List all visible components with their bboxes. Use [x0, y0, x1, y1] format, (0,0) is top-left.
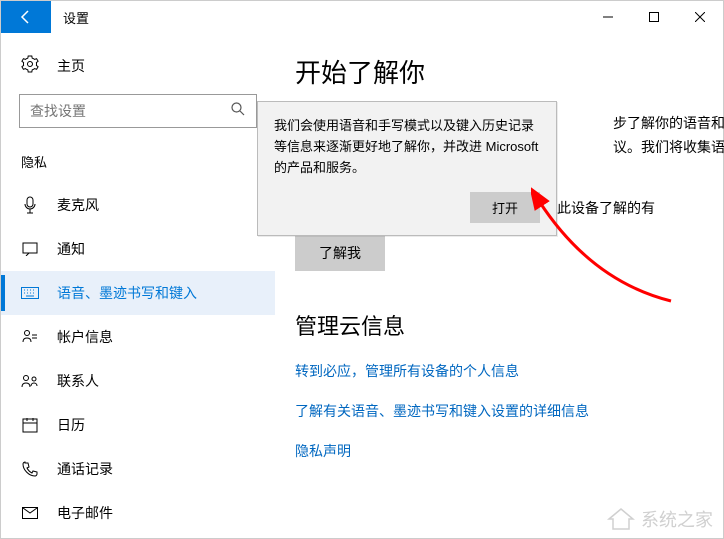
sidebar-item-call-history[interactable]: 通话记录: [1, 447, 275, 491]
gear-icon: [21, 55, 39, 76]
email-icon: [21, 507, 39, 519]
sidebar-item-email[interactable]: 电子邮件: [1, 491, 275, 535]
phone-icon: [21, 461, 39, 477]
category-label: 隐私: [1, 146, 275, 183]
calendar-icon: [21, 417, 39, 433]
maximize-button[interactable]: [631, 1, 677, 33]
sidebar: 主页 隐私 麦克风 通知 语: [1, 33, 275, 538]
nav-label: 帐户信息: [57, 327, 113, 347]
nav-label: 联系人: [57, 371, 99, 391]
maximize-icon: [649, 12, 659, 22]
minimize-icon: [603, 12, 613, 22]
titlebar: 设置: [1, 1, 723, 33]
nav-label: 通话记录: [57, 459, 113, 479]
sidebar-item-contacts[interactable]: 联系人: [1, 359, 275, 403]
watermark-logo-icon: [607, 507, 635, 531]
sidebar-item-account[interactable]: 帐户信息: [1, 315, 275, 359]
nav-label: 麦克风: [57, 195, 99, 215]
section-title: 管理云信息: [295, 309, 724, 341]
notification-icon: [21, 242, 39, 256]
watermark-text: 系统之家: [641, 506, 713, 532]
nav-label: 语音、墨迹书写和键入: [57, 283, 197, 303]
keyboard-icon: [21, 287, 39, 299]
sidebar-item-microphone[interactable]: 麦克风: [1, 183, 275, 227]
sidebar-item-notifications[interactable]: 通知: [1, 227, 275, 271]
home-nav[interactable]: 主页: [1, 45, 275, 86]
know-me-button[interactable]: 了解我: [295, 235, 385, 271]
popup-text: 我们会使用语音和手写模式以及键入历史记录等信息来逐渐更好地了解你，并改进 Mic…: [274, 116, 540, 178]
link-bing-manage[interactable]: 转到必应，管理所有设备的个人信息: [295, 361, 724, 381]
link-learn-more[interactable]: 了解有关语音、墨迹书写和键入设置的详细信息: [295, 401, 724, 421]
sidebar-item-calendar[interactable]: 日历: [1, 403, 275, 447]
search-icon: [230, 101, 246, 122]
close-icon: [695, 12, 705, 22]
nav-label: 日历: [57, 415, 85, 435]
popup-dialog: 我们会使用语音和手写模式以及键入历史记录等信息来逐渐更好地了解你，并改进 Mic…: [257, 101, 557, 236]
window-controls: [585, 1, 723, 33]
arrow-left-icon: [18, 9, 34, 25]
minimize-button[interactable]: [585, 1, 631, 33]
window-title: 设置: [63, 8, 89, 27]
nav-label: 电子邮件: [57, 503, 113, 523]
nav-label: 通知: [57, 239, 85, 259]
link-privacy[interactable]: 隐私声明: [295, 441, 724, 461]
account-icon: [21, 329, 39, 345]
back-button[interactable]: [1, 1, 51, 33]
close-button[interactable]: [677, 1, 723, 33]
watermark: 系统之家: [607, 506, 713, 532]
popup-open-button[interactable]: 打开: [470, 192, 540, 223]
home-label: 主页: [57, 56, 85, 76]
microphone-icon: [21, 196, 39, 214]
search-input[interactable]: [30, 103, 230, 119]
search-box[interactable]: [19, 94, 257, 128]
sidebar-item-speech-inking[interactable]: 语音、墨迹书写和键入: [1, 271, 275, 315]
contacts-icon: [21, 374, 39, 388]
page-title: 开始了解你: [295, 53, 724, 90]
